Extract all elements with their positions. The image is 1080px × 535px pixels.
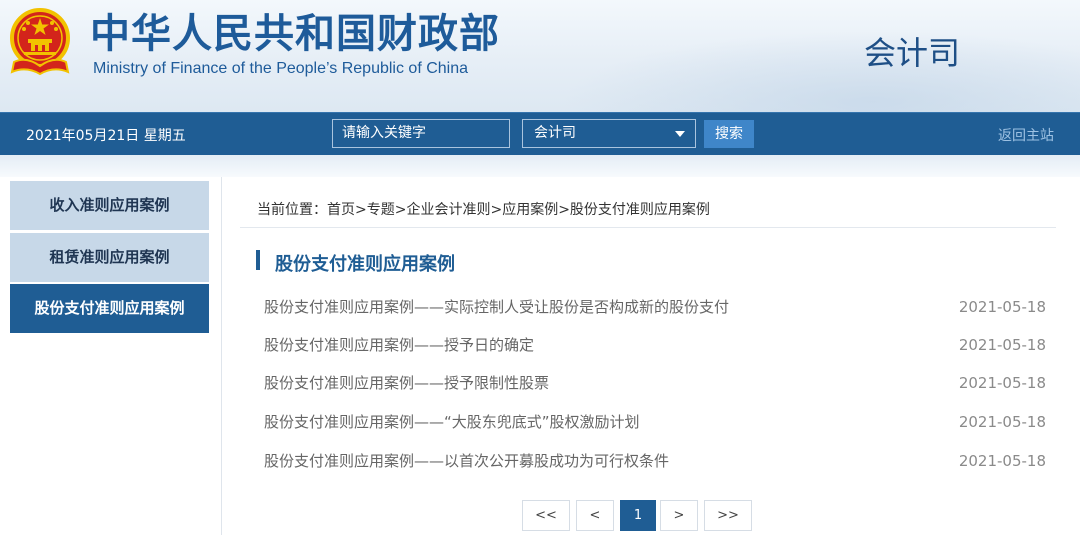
top-nav-bar: 2021年05月21日 星期五 请输入关键字 会计司 搜索 返回主站 (0, 112, 1080, 155)
article-title[interactable]: 股份支付准则应用案例——授予限制性股票 (264, 371, 549, 395)
sidebar: 收入准则应用案例 租赁准则应用案例 股份支付准则应用案例 (0, 177, 222, 535)
article-date: 2021-05-18 (958, 336, 1046, 354)
prev-page-button[interactable]: < (576, 500, 614, 531)
section-title: 股份支付准则应用案例 (275, 254, 455, 275)
breadcrumb[interactable]: 当前位置：首页>专题>企业会计准则>应用案例>股份支付准则应用案例 (257, 199, 710, 219)
article-title[interactable]: 股份支付准则应用案例——授予日的确定 (264, 333, 534, 357)
article-date: 2021-05-18 (958, 452, 1046, 470)
ministry-name-cn[interactable]: 中华人民共和国财政部 (90, 10, 500, 58)
site-header: 中华人民共和国财政部 Ministry of Finance of the Pe… (0, 0, 1080, 112)
sidebar-item-share-payment[interactable]: 股份支付准则应用案例 (10, 284, 209, 333)
section-marker (256, 250, 260, 270)
sidebar-item-lease[interactable]: 租赁准则应用案例 (10, 233, 209, 282)
article-title[interactable]: 股份支付准则应用案例——实际控制人受让股份是否构成新的股份支付 (264, 295, 729, 319)
article-item[interactable]: 股份支付准则应用案例——以首次公开募股成功为可行权条件 2021-05-18 (264, 449, 1046, 473)
header-divider (0, 155, 1080, 177)
next-page-button[interactable]: > (660, 500, 698, 531)
article-date: 2021-05-18 (958, 298, 1046, 316)
page-1-button[interactable]: 1 (620, 500, 656, 531)
article-item[interactable]: 股份支付准则应用案例——授予日的确定 2021-05-18 (264, 333, 1046, 357)
sidebar-item-revenue[interactable]: 收入准则应用案例 (10, 181, 209, 230)
current-date: 2021年05月21日 星期五 (26, 128, 186, 144)
last-page-button[interactable]: >> (704, 500, 752, 531)
search-button[interactable]: 搜索 (704, 120, 754, 148)
department-select[interactable]: 会计司 (522, 119, 696, 148)
chevron-down-icon (675, 131, 685, 137)
department-title: 会计司 (864, 34, 961, 72)
ministry-name-en[interactable]: Ministry of Finance of the People’s Repu… (93, 60, 468, 78)
article-item[interactable]: 股份支付准则应用案例——授予限制性股票 2021-05-18 (264, 371, 1046, 395)
header-decoration (560, 30, 1080, 112)
select-value: 会计司 (534, 125, 576, 141)
national-emblem-icon[interactable] (6, 8, 74, 78)
article-item[interactable]: 股份支付准则应用案例——“大股东兜底式”股权激励计划 2021-05-18 (264, 410, 1046, 434)
home-link[interactable]: 返回主站 (998, 125, 1054, 145)
article-date: 2021-05-18 (958, 413, 1046, 431)
article-title[interactable]: 股份支付准则应用案例——以首次公开募股成功为可行权条件 (264, 449, 669, 473)
main-content: 当前位置：首页>专题>企业会计准则>应用案例>股份支付准则应用案例 股份支付准则… (222, 177, 1080, 535)
article-title[interactable]: 股份支付准则应用案例——“大股东兜底式”股权激励计划 (264, 410, 640, 434)
first-page-button[interactable]: << (522, 500, 570, 531)
article-date: 2021-05-18 (958, 374, 1046, 392)
breadcrumb-divider (240, 227, 1056, 228)
search-input[interactable]: 请输入关键字 (332, 119, 510, 148)
article-item[interactable]: 股份支付准则应用案例——实际控制人受让股份是否构成新的股份支付 2021-05-… (264, 295, 1046, 319)
